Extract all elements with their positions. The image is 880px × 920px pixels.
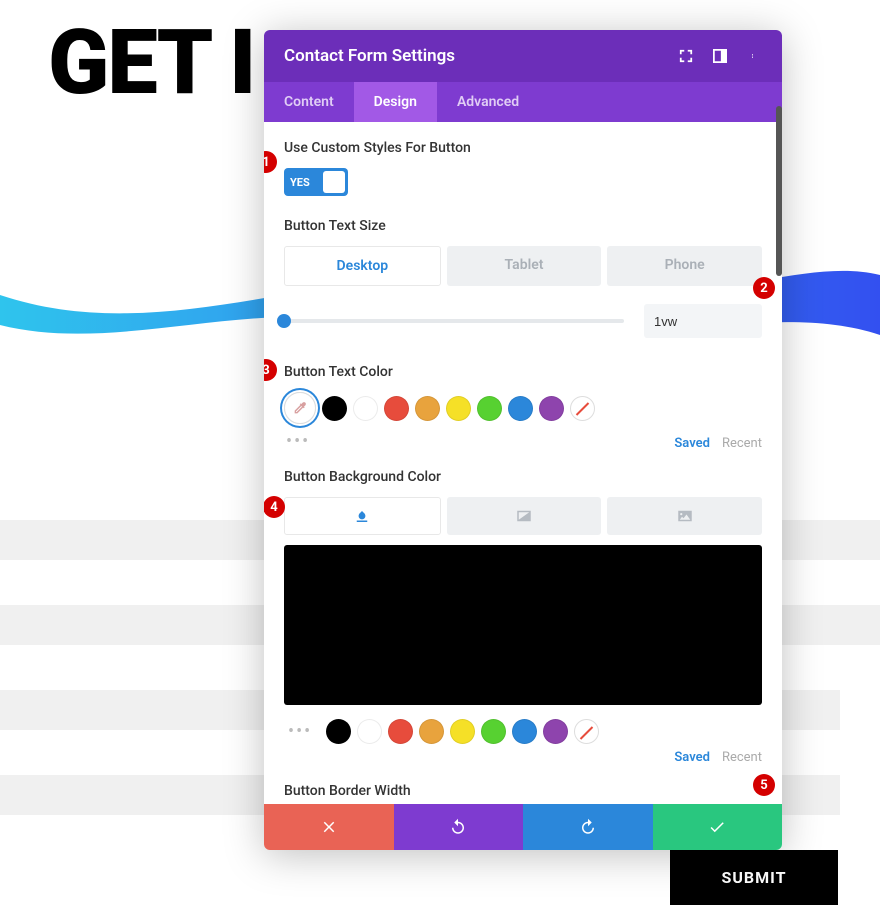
color-swatch[interactable] xyxy=(326,719,351,744)
bg-input-placeholder xyxy=(0,520,265,560)
text-color-label: Button Text Color xyxy=(284,364,762,380)
device-tab-phone[interactable]: Phone xyxy=(607,246,762,286)
color-swatch[interactable] xyxy=(512,719,537,744)
bg-input-placeholder xyxy=(780,520,880,560)
device-tab-desktop[interactable]: Desktop xyxy=(284,246,441,286)
eyedropper-button[interactable] xyxy=(284,392,316,424)
color-swatch-none[interactable] xyxy=(570,396,595,421)
color-swatch[interactable] xyxy=(322,396,347,421)
more-menu-icon[interactable] xyxy=(746,48,762,64)
toggle-knob xyxy=(323,171,345,193)
color-swatch[interactable] xyxy=(388,719,413,744)
tab-design[interactable]: Design xyxy=(354,82,437,122)
saved-tab[interactable]: Saved xyxy=(674,436,710,451)
border-width-label: Button Border Width xyxy=(284,783,762,799)
callout-badge-5: 5 xyxy=(753,774,775,796)
color-swatch[interactable] xyxy=(384,396,409,421)
bg-type-color[interactable] xyxy=(284,497,441,535)
bg-input-placeholder xyxy=(0,605,265,645)
submit-button[interactable]: SUBMIT xyxy=(670,850,838,905)
tab-advanced[interactable]: Advanced xyxy=(437,82,539,122)
text-size-label: Button Text Size xyxy=(284,218,762,234)
panel-title: Contact Form Settings xyxy=(284,46,455,66)
fullscreen-icon[interactable] xyxy=(678,48,694,64)
custom-styles-label: Use Custom Styles For Button xyxy=(284,140,762,156)
color-swatch[interactable] xyxy=(353,396,378,421)
bg-color-preview[interactable] xyxy=(284,545,762,705)
panel-body: Use Custom Styles For Button YES Button … xyxy=(264,122,782,804)
saved-tab[interactable]: Saved xyxy=(674,750,710,765)
bg-input-placeholder xyxy=(780,605,880,645)
slider-thumb[interactable] xyxy=(277,314,291,328)
panel-footer xyxy=(264,804,782,850)
scrollbar[interactable] xyxy=(776,106,782,276)
color-swatch[interactable] xyxy=(446,396,471,421)
text-size-input[interactable] xyxy=(644,304,762,338)
recent-tab[interactable]: Recent xyxy=(722,436,762,451)
settings-panel: Contact Form Settings Content Design Adv… xyxy=(264,30,782,850)
callout-badge-3: 3 xyxy=(264,359,277,381)
color-swatch[interactable] xyxy=(481,719,506,744)
page-heading-fragment: GET I xyxy=(48,10,254,115)
text-color-swatches xyxy=(284,392,762,424)
text-size-slider[interactable] xyxy=(284,319,624,323)
color-swatch[interactable] xyxy=(539,396,564,421)
sidebar-toggle-icon[interactable] xyxy=(712,48,728,64)
cancel-button[interactable] xyxy=(264,804,394,850)
device-tabs: Desktop Tablet Phone xyxy=(284,246,762,286)
bg-type-tabs xyxy=(284,497,762,535)
color-swatch[interactable] xyxy=(543,719,568,744)
device-tab-tablet[interactable]: Tablet xyxy=(447,246,602,286)
color-swatch[interactable] xyxy=(419,719,444,744)
callout-badge-1: 1 xyxy=(264,151,277,173)
color-swatch[interactable] xyxy=(415,396,440,421)
undo-button[interactable] xyxy=(394,804,524,850)
toggle-state-text: YES xyxy=(290,176,310,189)
color-swatch[interactable] xyxy=(477,396,502,421)
more-swatches-icon[interactable]: ••• xyxy=(288,723,312,741)
color-swatch[interactable] xyxy=(450,719,475,744)
bg-type-image[interactable] xyxy=(607,497,762,535)
panel-tabs: Content Design Advanced xyxy=(264,82,782,122)
more-swatches-icon[interactable]: ••• xyxy=(286,433,310,451)
color-swatch[interactable] xyxy=(357,719,382,744)
bg-type-gradient[interactable] xyxy=(447,497,602,535)
color-swatch[interactable] xyxy=(508,396,533,421)
callout-badge-4: 4 xyxy=(264,496,285,518)
custom-styles-toggle[interactable]: YES xyxy=(284,168,348,196)
redo-button[interactable] xyxy=(523,804,653,850)
callout-badge-2: 2 xyxy=(753,277,775,299)
recent-tab[interactable]: Recent xyxy=(722,750,762,765)
save-button[interactable] xyxy=(653,804,783,850)
panel-header: Contact Form Settings xyxy=(264,30,782,82)
tab-content[interactable]: Content xyxy=(264,82,354,122)
bg-color-swatches: ••• xyxy=(284,719,762,744)
bg-color-label: Button Background Color xyxy=(284,469,762,485)
color-swatch-none[interactable] xyxy=(574,719,599,744)
